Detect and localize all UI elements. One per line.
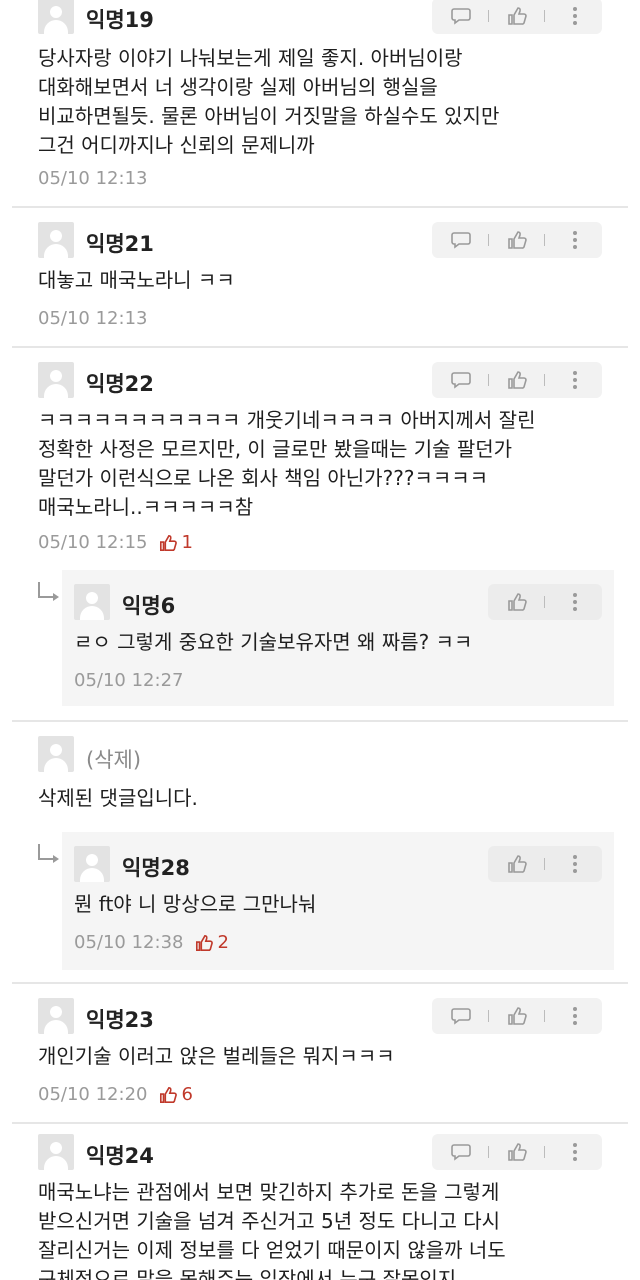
- comment-time: 05/10 12:38: [74, 932, 184, 953]
- comment-text: 매국노냐는 관점에서 보면 맞긴하지 추가로 돈을 그렇게 받으신거면 기술을 …: [38, 1180, 506, 1280]
- comment-actions: [432, 0, 602, 34]
- comment-meta: 05/10 12:27: [74, 670, 183, 691]
- comment-meta: 05/10 12:38 2: [74, 932, 229, 953]
- thumbs-up-icon[interactable]: [502, 584, 532, 620]
- comment-item: 익명21 대놓고 매국노라니 ㅋㅋ 05/10 12:13: [0, 208, 640, 346]
- comment-item: 익명24 매국노냐는 관점에서 보면 맞긴하지 추가로 돈을 그렇게 받으신거면…: [0, 1124, 640, 1280]
- comment-actions: [488, 846, 602, 882]
- speech-bubble-icon[interactable]: [446, 1134, 476, 1170]
- thumbs-up-icon: [160, 534, 178, 551]
- thumbs-up-icon: [196, 934, 214, 951]
- comment-author: (삭제): [86, 748, 142, 772]
- like-count-value: 2: [217, 932, 229, 953]
- reply-item: 익명6 ㄹㅇ 그렇게 중요한 기술보유자면 왜 짜름? ㅋㅋ 05/10 12:…: [62, 570, 614, 706]
- comment-author: 익명21: [86, 232, 154, 256]
- comment-text: 대놓고 매국노라니 ㅋㅋ: [38, 268, 235, 292]
- like-count: 1: [159, 532, 193, 553]
- comment-text: ㄹㅇ 그렇게 중요한 기술보유자면 왜 짜름? ㅋㅋ: [74, 630, 473, 654]
- more-vertical-icon[interactable]: [560, 998, 590, 1034]
- speech-bubble-icon[interactable]: [446, 998, 476, 1034]
- thumbs-up-icon[interactable]: [502, 998, 532, 1034]
- more-vertical-icon[interactable]: [560, 584, 590, 620]
- comment-actions: [432, 362, 602, 398]
- comment-meta: 05/10 12:15 1: [38, 532, 193, 553]
- more-vertical-icon[interactable]: [560, 0, 590, 34]
- comment-time: 05/10 12:20: [38, 1084, 148, 1105]
- thumbs-up-icon[interactable]: [502, 0, 532, 34]
- comment-text: 뭔 ft야 니 망상으로 그만나눠: [74, 892, 317, 916]
- like-count-value: 6: [181, 1084, 193, 1105]
- reply-arrow-icon: [38, 582, 59, 601]
- comment-time: 05/10 12:27: [74, 670, 184, 691]
- speech-bubble-icon[interactable]: [446, 0, 476, 34]
- speech-bubble-icon[interactable]: [446, 222, 476, 258]
- reply-item: 익명28 뭔 ft야 니 망상으로 그만나눠 05/10 12:38 2: [62, 832, 614, 970]
- comment-item: 익명23 개인기술 이러고 앉은 벌레들은 뭐지ㅋㅋㅋ 05/10 12:20 …: [0, 984, 640, 1122]
- comment-author: 익명19: [86, 8, 154, 32]
- like-count: 2: [195, 932, 229, 953]
- comment-time: 05/10 12:13: [38, 168, 148, 189]
- comment-actions: [432, 222, 602, 258]
- comment-item: (삭제) 삭제된 댓글입니다. 익명28 뭔 ft야 니 망상으로 그만나눠 0…: [0, 722, 640, 982]
- avatar: [38, 362, 74, 398]
- thumbs-up-icon[interactable]: [502, 222, 532, 258]
- more-vertical-icon[interactable]: [560, 1134, 590, 1170]
- comment-text: 당사자랑 이야기 나눠보는게 제일 좋지. 아버님이랑 대화해보면서 너 생각이…: [38, 46, 500, 157]
- speech-bubble-icon[interactable]: [446, 362, 476, 398]
- like-count-value: 1: [181, 532, 193, 553]
- reply-arrow-icon: [38, 844, 59, 863]
- comment-author: 익명22: [86, 372, 154, 396]
- avatar: [38, 736, 74, 772]
- more-vertical-icon[interactable]: [560, 362, 590, 398]
- like-count: 6: [159, 1084, 193, 1105]
- comment-item: 익명22 ㅋㅋㅋㅋㅋㅋㅋㅋㅋㅋㅋ 개웃기네ㅋㅋㅋㅋ 아버지께서 잘린 정확한 사…: [0, 348, 640, 720]
- comment-text: ㅋㅋㅋㅋㅋㅋㅋㅋㅋㅋㅋ 개웃기네ㅋㅋㅋㅋ 아버지께서 잘린 정확한 사정은 모르…: [38, 408, 536, 519]
- thumbs-up-icon[interactable]: [502, 1134, 532, 1170]
- avatar: [74, 846, 110, 882]
- thumbs-up-icon[interactable]: [502, 362, 532, 398]
- comment-author: 익명24: [86, 1144, 154, 1168]
- comment-meta: 05/10 12:13: [38, 168, 147, 189]
- comment-item: 익명19 당사자랑 이야기 나눠보는게 제일 좋지. 아버님이랑 대화해보면서 …: [0, 0, 640, 205]
- comment-author: 익명23: [86, 1008, 154, 1032]
- avatar: [38, 222, 74, 258]
- thumbs-up-icon: [160, 1086, 178, 1103]
- more-vertical-icon[interactable]: [560, 846, 590, 882]
- comment-meta: 05/10 12:20 6: [38, 1084, 193, 1105]
- comment-time: 05/10 12:15: [38, 532, 148, 553]
- comment-text: 삭제된 댓글입니다.: [38, 786, 198, 810]
- more-vertical-icon[interactable]: [560, 222, 590, 258]
- thumbs-up-icon[interactable]: [502, 846, 532, 882]
- comment-actions: [432, 1134, 602, 1170]
- comment-meta: 05/10 12:13: [38, 308, 147, 329]
- comment-actions: [488, 584, 602, 620]
- avatar: [38, 998, 74, 1034]
- avatar: [38, 0, 74, 34]
- comment-time: 05/10 12:13: [38, 308, 148, 329]
- avatar: [74, 584, 110, 620]
- comment-author: 익명28: [122, 856, 190, 880]
- avatar: [38, 1134, 74, 1170]
- comment-text: 개인기술 이러고 앉은 벌레들은 뭐지ㅋㅋㅋ: [38, 1044, 395, 1068]
- comment-author: 익명6: [122, 594, 176, 618]
- comment-actions: [432, 998, 602, 1034]
